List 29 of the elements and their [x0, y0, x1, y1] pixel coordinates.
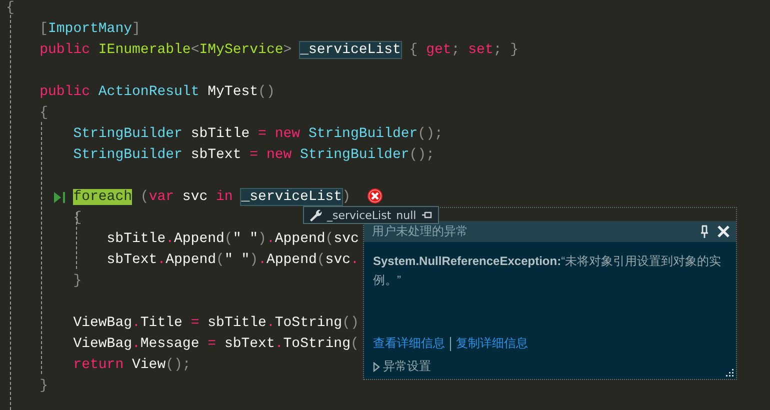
code-line: sbTitle.Append(" ").Append(svc — [106, 231, 359, 247]
code-line: ViewBag.Title = sbTitle.ToString() — [73, 315, 359, 331]
code-line: ViewBag.Message = sbText.ToString( — [73, 336, 359, 352]
code-line: sbText.Append(" ").Append(svc. — [106, 252, 359, 268]
datatip[interactable]: _serviceList null — [303, 206, 440, 224]
wrench-icon — [309, 208, 322, 222]
code-line: return View(); — [73, 357, 191, 373]
code-line: foreach (var svc in _serviceList) — [73, 189, 350, 205]
code-line: } — [73, 273, 82, 289]
details-link[interactable]: 查看详细信息 — [373, 335, 445, 352]
pin-icon[interactable] — [421, 210, 434, 220]
code-line: { — [6, 0, 14, 16]
popup-title: 用户未处理的异常 — [372, 223, 469, 240]
exception-settings-toggle[interactable]: 异常设置 — [373, 358, 727, 375]
code-line: } — [40, 378, 48, 394]
close-icon[interactable] — [717, 225, 730, 238]
pin-icon[interactable] — [700, 224, 709, 238]
resize-grip-icon[interactable] — [725, 368, 734, 377]
details-link[interactable]: 复制详细信息 — [456, 335, 528, 352]
variable-value: null — [396, 208, 416, 222]
code-line: StringBuilder sbText = new StringBuilder(); — [73, 147, 434, 163]
code-line: public ActionResult MyTest() — [40, 84, 275, 100]
exception-message: System.NullReferenceException:“未将对象引用设置到对象的实例。” — [373, 253, 722, 289]
code-line: StringBuilder sbTitle = new StringBuilder(); — [73, 126, 443, 142]
variable-name: _serviceList — [327, 208, 392, 222]
code-line: [ImportMany] — [40, 21, 140, 37]
code-line: { — [40, 105, 48, 121]
expand-arrow-icon — [373, 362, 380, 372]
code-line: public IEnumerable<IMyService> _serviceList { get; set; } — [40, 42, 519, 58]
